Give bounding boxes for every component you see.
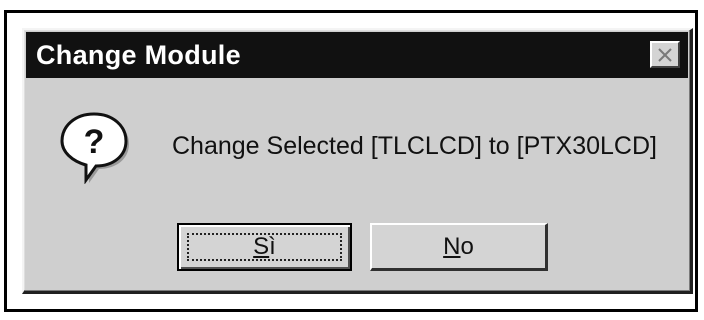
close-icon	[658, 47, 672, 62]
close-button[interactable]	[650, 41, 680, 68]
no-button[interactable]: No	[370, 223, 548, 271]
dialog-message: Change Selected [TLCLCD] to [PTX30LCD]	[172, 132, 657, 160]
change-module-dialog: Change Module ? Change Selected [TLCLCD]…	[22, 28, 693, 294]
yes-button[interactable]: Sì	[177, 223, 352, 271]
question-icon: ?	[60, 112, 129, 184]
title-bar[interactable]: Change Module	[26, 32, 688, 78]
yes-button-label: Sì	[253, 233, 276, 260]
no-button-label: No	[443, 232, 474, 260]
svg-text:?: ?	[84, 123, 105, 161]
dialog-title: Change Module	[36, 39, 241, 70]
